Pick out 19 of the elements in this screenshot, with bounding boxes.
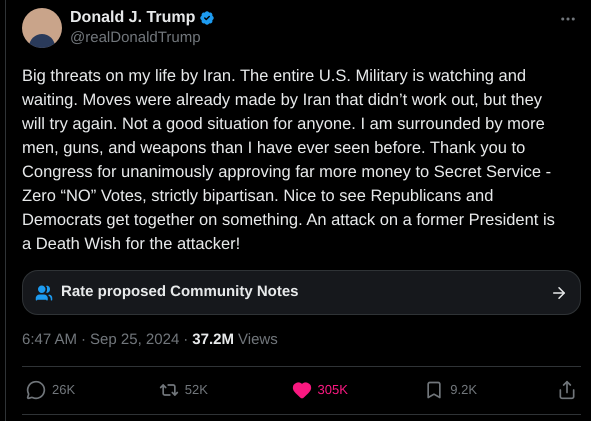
action-count: 9.2K bbox=[450, 381, 477, 400]
community-notes-button[interactable]: Rate proposed Community Notes bbox=[22, 270, 581, 315]
views-count: 37.2M bbox=[192, 330, 234, 350]
author-handle[interactable]: @realDonaldTrump bbox=[70, 28, 216, 48]
post-date[interactable]: Sep 25, 2024 bbox=[90, 329, 180, 352]
people-icon bbox=[35, 284, 53, 302]
separator-dot: · bbox=[183, 330, 188, 350]
share-icon[interactable] bbox=[557, 380, 577, 400]
action-count: 26K bbox=[52, 381, 76, 400]
author-name[interactable]: Donald J. Trump bbox=[70, 8, 196, 28]
separator-dot: · bbox=[81, 330, 86, 350]
heart-icon[interactable] bbox=[292, 380, 312, 400]
action-count: 52K bbox=[184, 381, 208, 400]
avatar[interactable] bbox=[22, 8, 62, 48]
views-label: Views bbox=[238, 330, 278, 350]
tweet-text: Big threats on my life by Iran. The entire U.S. Military is watching and waiting. Moves were already made by Iran that didn’t work out, but they will try again. Not a good situation for anyone. I am surrounded by more men, guns, and weapons than I have ever seen before. Thank you to Congress for unanimously approving far more money to Secret Service - Zero “NO” Votes, strictly bipartisan. Nice to see Republicans and Democrats get together on something. An attack on a former President is a Death Wish for the attacker! bbox=[22, 66, 556, 255]
action-count: 305K bbox=[318, 381, 348, 400]
post-time[interactable]: 6:47 AM bbox=[22, 329, 78, 352]
comment-icon[interactable] bbox=[26, 380, 46, 400]
